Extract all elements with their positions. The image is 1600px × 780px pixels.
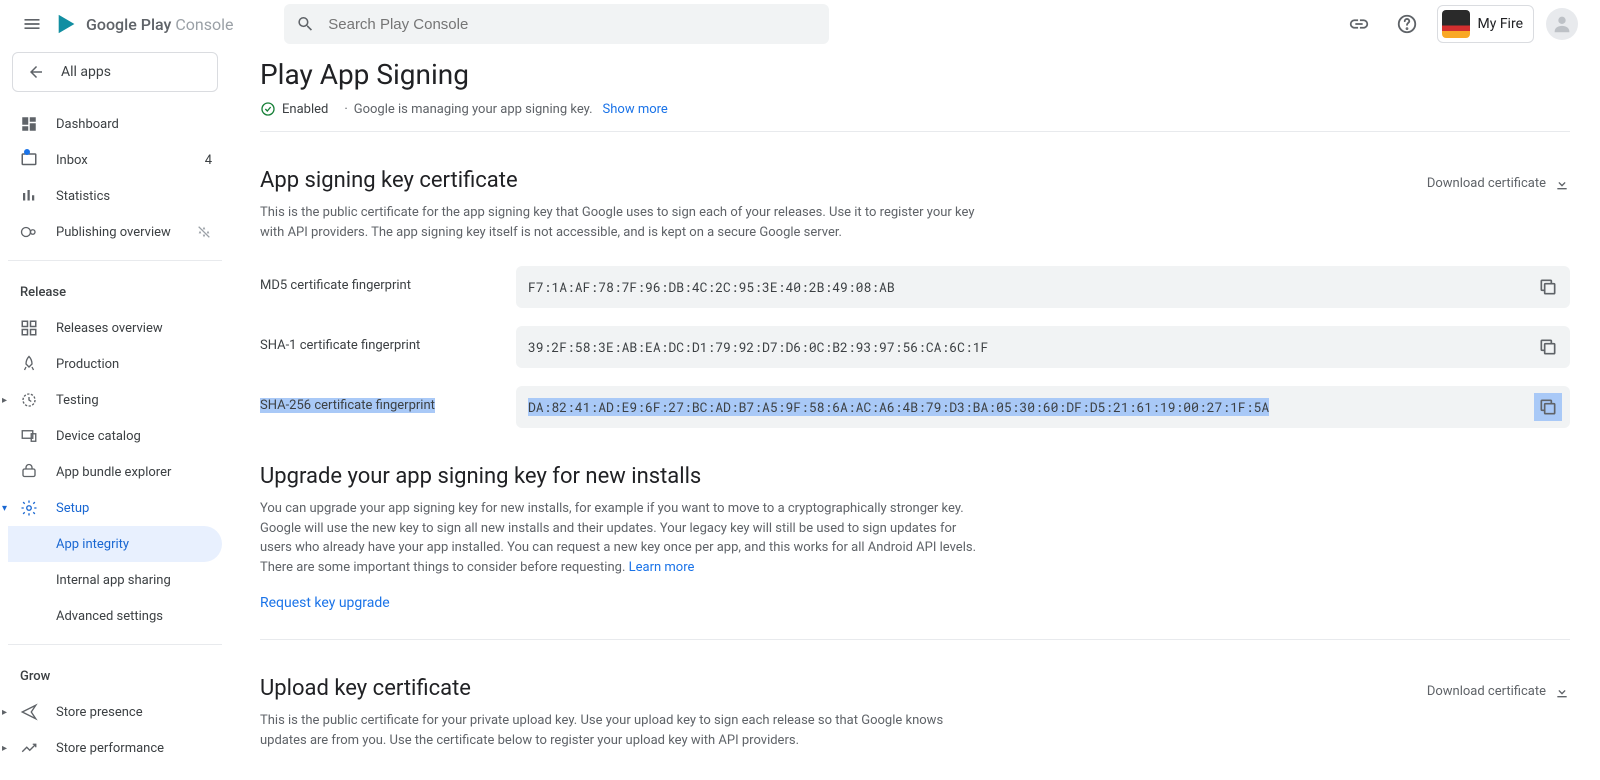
sha1-label: SHA-1 certificate fingerprint [260, 326, 516, 353]
link-icon [1348, 13, 1370, 35]
status-enabled: Enabled [260, 101, 328, 117]
search-box[interactable] [284, 4, 829, 44]
send-icon [20, 703, 38, 721]
divider [260, 639, 1570, 640]
nav-internal-sharing[interactable]: Internal app sharing [8, 562, 222, 598]
status-row: Enabled Google is managing your app sign… [260, 101, 1570, 132]
logo[interactable]: Google Play Console [56, 13, 234, 35]
app-icon [1442, 10, 1470, 38]
nav-app-integrity[interactable]: App integrity [8, 526, 222, 562]
copy-icon [1538, 277, 1558, 297]
arrow-left-icon [27, 63, 45, 81]
gear-icon [20, 499, 38, 517]
publish-icon [20, 223, 38, 241]
logo-text: Google Play Console [86, 15, 234, 34]
cert-section: App signing key certificate Download cer… [260, 168, 1570, 428]
search-input[interactable] [328, 16, 816, 33]
copy-sha1-button[interactable] [1534, 333, 1562, 361]
link-button[interactable] [1341, 6, 1377, 42]
copy-icon [1538, 337, 1558, 357]
cert-section-title: App signing key certificate [260, 168, 518, 193]
all-apps-label: All apps [61, 64, 111, 80]
sha1-row: SHA-1 certificate fingerprint 39:2F:58:3… [260, 326, 1570, 368]
header-actions: My Fire [1341, 5, 1589, 43]
person-icon [1551, 13, 1573, 35]
app-name: My Fire [1478, 16, 1524, 32]
search-icon [296, 14, 315, 34]
copy-sha256-button[interactable] [1534, 393, 1562, 421]
upload-desc: This is the public certificate for your … [260, 711, 990, 750]
bundle-icon [20, 463, 38, 481]
upload-section: Upload key certificate Download certific… [260, 676, 1570, 750]
section-release: Release [8, 271, 222, 310]
menu-button[interactable] [12, 4, 52, 44]
check-circle-icon [260, 101, 276, 117]
avatar[interactable] [1546, 8, 1578, 40]
sidebar: All apps Dashboard Inbox 4 Statistics Pu… [0, 48, 230, 780]
help-icon [1396, 13, 1418, 35]
nav-production[interactable]: Production [8, 346, 222, 382]
play-console-icon [56, 13, 78, 35]
inbox-count: 4 [205, 153, 212, 168]
upgrade-title: Upgrade your app signing key for new ins… [260, 464, 1570, 489]
nav-statistics[interactable]: Statistics [8, 178, 222, 214]
section-grow: Grow [8, 655, 222, 694]
statistics-icon [20, 187, 38, 205]
nav-advanced-settings[interactable]: Advanced settings [8, 598, 222, 634]
managed-off-icon [196, 224, 212, 240]
sha256-value: DA:82:41:AD:E9:6F:27:BC:AD:B7:A5:9F:58:6… [516, 386, 1570, 428]
request-key-upgrade-link[interactable]: Request key upgrade [260, 595, 390, 611]
app-selector[interactable]: My Fire [1437, 5, 1535, 43]
sha1-value: 39:2F:58:3E:AB:EA:DC:D1:79:92:D7:D6:0C:B… [516, 326, 1570, 368]
all-apps-button[interactable]: All apps [12, 52, 218, 92]
nav-setup[interactable]: Setup [8, 490, 222, 526]
copy-md5-button[interactable] [1534, 273, 1562, 301]
copy-icon [1538, 397, 1558, 417]
hamburger-icon [22, 14, 42, 34]
dashboard-icon [20, 115, 38, 133]
upgrade-desc: You can upgrade your app signing key for… [260, 499, 990, 577]
nav-dashboard[interactable]: Dashboard [8, 106, 222, 142]
nav-app-bundle[interactable]: App bundle explorer [8, 454, 222, 490]
learn-more-link[interactable]: Learn more [629, 560, 695, 575]
download-certificate-button[interactable]: Download certificate [1427, 176, 1570, 192]
sha256-row: SHA-256 certificate fingerprint DA:82:41… [260, 386, 1570, 428]
nav-device-catalog[interactable]: Device catalog [8, 418, 222, 454]
nav-releases-overview[interactable]: Releases overview [8, 310, 222, 346]
devices-icon [20, 427, 38, 445]
md5-row: MD5 certificate fingerprint F7:1A:AF:78:… [260, 266, 1570, 308]
download-upload-certificate-button[interactable]: Download certificate [1427, 684, 1570, 700]
nav-store-presence[interactable]: Store presence [8, 694, 222, 730]
nav-store-performance[interactable]: Store performance [8, 730, 222, 766]
header: Google Play Console My Fire [0, 0, 1600, 48]
md5-label: MD5 certificate fingerprint [260, 266, 516, 293]
sha256-label: SHA-256 certificate fingerprint [260, 386, 516, 413]
flask-icon [20, 391, 38, 409]
grid-icon [20, 319, 38, 337]
status-desc: Google is managing your app signing key. [338, 102, 592, 117]
download-icon [1554, 684, 1570, 700]
upgrade-section: Upgrade your app signing key for new ins… [260, 464, 1570, 611]
nav-inbox[interactable]: Inbox 4 [8, 142, 222, 178]
cert-section-desc: This is the public certificate for the a… [260, 203, 990, 242]
upload-title: Upload key certificate [260, 676, 471, 701]
md5-value: F7:1A:AF:78:7F:96:DB:4C:2C:95:3E:40:2B:4… [516, 266, 1570, 308]
help-button[interactable] [1389, 6, 1425, 42]
nav-publishing[interactable]: Publishing overview [8, 214, 222, 250]
show-more-link[interactable]: Show more [603, 102, 668, 117]
nav-testing[interactable]: Testing [8, 382, 222, 418]
rocket-icon [20, 355, 38, 373]
page-title: Play App Signing [260, 58, 1570, 91]
download-icon [1554, 176, 1570, 192]
main-content: Play App Signing Enabled Google is manag… [230, 48, 1600, 780]
